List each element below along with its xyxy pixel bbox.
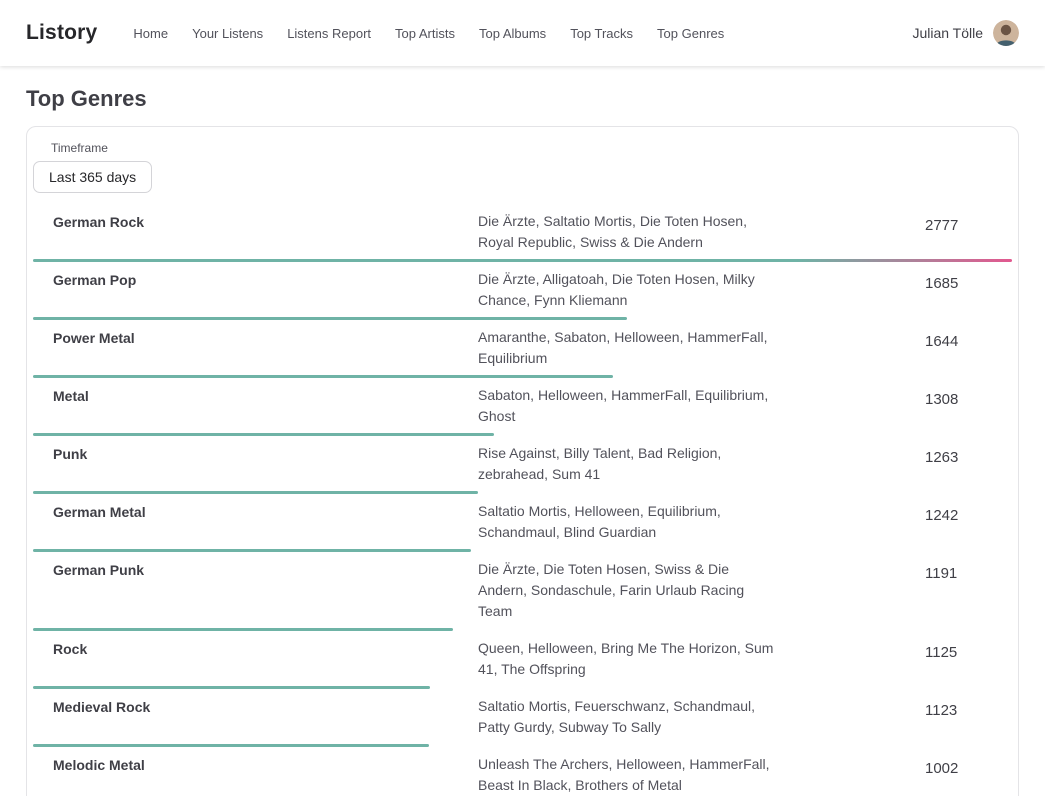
genre-name: Punk	[53, 443, 478, 462]
genre-bar-track	[33, 375, 1012, 378]
genre-name: Melodic Metal	[53, 754, 478, 773]
top-genres-panel: Timeframe Last 365 days German Rock Die …	[26, 126, 1019, 796]
genre-bar	[33, 491, 478, 494]
genre-count: 1644	[925, 327, 998, 350]
genre-bar	[33, 744, 429, 747]
genre-name: Power Metal	[53, 327, 478, 346]
brand-logo[interactable]: Listory	[26, 21, 97, 45]
genre-count: 1191	[925, 559, 998, 582]
timeframe-block: Timeframe Last 365 days	[27, 141, 1018, 205]
genre-row-main: Power Metal Amaranthe, Sabaton, Hellowee…	[27, 321, 1018, 373]
genre-row-main: Metal Sabaton, Helloween, HammerFall, Eq…	[27, 379, 1018, 431]
genre-count: 1685	[925, 269, 998, 292]
genre-row-main: German Metal Saltatio Mortis, Helloween,…	[27, 495, 1018, 547]
user-name[interactable]: Julian Tölle	[912, 25, 983, 41]
top-navbar: Listory Home Your Listens Listens Report…	[0, 0, 1045, 66]
genre-artists: Queen, Helloween, Bring Me The Horizon, …	[478, 638, 778, 680]
page-title: Top Genres	[26, 86, 1019, 112]
user-avatar[interactable]	[993, 20, 1019, 46]
genre-bar-track	[33, 549, 1012, 552]
genre-name: Metal	[53, 385, 478, 404]
genre-name: Medieval Rock	[53, 696, 478, 715]
genre-row: Medieval Rock Saltatio Mortis, Feuerschw…	[27, 690, 1018, 747]
genre-artists: Saltatio Mortis, Helloween, Equilibrium,…	[478, 501, 778, 543]
nav-item-top-albums[interactable]: Top Albums	[479, 26, 546, 41]
nav-item-top-artists[interactable]: Top Artists	[395, 26, 455, 41]
genre-row: German Rock Die Ärzte, Saltatio Mortis, …	[27, 205, 1018, 262]
genre-name: German Metal	[53, 501, 478, 520]
genre-bar	[33, 317, 627, 320]
nav-item-top-tracks[interactable]: Top Tracks	[570, 26, 633, 41]
genre-count: 1242	[925, 501, 998, 524]
genre-row-main: German Punk Die Ärzte, Die Toten Hosen, …	[27, 553, 1018, 626]
genre-row: Power Metal Amaranthe, Sabaton, Hellowee…	[27, 321, 1018, 378]
genre-bar	[33, 433, 494, 436]
nav-item-top-genres[interactable]: Top Genres	[657, 26, 724, 41]
genre-count: 1125	[925, 638, 998, 661]
genre-row-main: Medieval Rock Saltatio Mortis, Feuerschw…	[27, 690, 1018, 742]
genre-row: Rock Queen, Helloween, Bring Me The Hori…	[27, 632, 1018, 689]
genre-count: 1263	[925, 443, 998, 466]
genre-row-main: Punk Rise Against, Billy Talent, Bad Rel…	[27, 437, 1018, 489]
genre-table: German Rock Die Ärzte, Saltatio Mortis, …	[27, 205, 1018, 796]
genre-bar	[33, 549, 471, 552]
genre-name: Rock	[53, 638, 478, 657]
genre-row-main: Rock Queen, Helloween, Bring Me The Hori…	[27, 632, 1018, 684]
genre-count: 1002	[925, 754, 998, 777]
genre-artists: Saltatio Mortis, Feuerschwanz, Schandmau…	[478, 696, 778, 738]
genre-name: German Punk	[53, 559, 478, 578]
nav-item-home[interactable]: Home	[133, 26, 168, 41]
genre-bar	[33, 259, 1012, 262]
genre-artists: Sabaton, Helloween, HammerFall, Equilibr…	[478, 385, 778, 427]
genre-bar	[33, 628, 453, 631]
genre-name: German Pop	[53, 269, 478, 288]
genre-count: 1123	[925, 696, 998, 719]
genre-row: Punk Rise Against, Billy Talent, Bad Rel…	[27, 437, 1018, 494]
genre-bar-track	[33, 317, 1012, 320]
genre-row-main: German Rock Die Ärzte, Saltatio Mortis, …	[27, 205, 1018, 257]
genre-row-main: Melodic Metal Unleash The Archers, Hello…	[27, 748, 1018, 796]
genre-row: German Punk Die Ärzte, Die Toten Hosen, …	[27, 553, 1018, 631]
user-area: Julian Tölle	[912, 20, 1019, 46]
genre-count: 1308	[925, 385, 998, 408]
genre-bar	[33, 686, 430, 689]
genre-bar-track	[33, 628, 1012, 631]
genre-bar-track	[33, 686, 1012, 689]
genre-artists: Amaranthe, Sabaton, Helloween, HammerFal…	[478, 327, 778, 369]
genre-bar-track	[33, 744, 1012, 747]
timeframe-select[interactable]: Last 365 days	[33, 161, 152, 193]
main-nav: Home Your Listens Listens Report Top Art…	[133, 26, 724, 41]
genre-row-main: German Pop Die Ärzte, Alligatoah, Die To…	[27, 263, 1018, 315]
genre-row: Metal Sabaton, Helloween, HammerFall, Eq…	[27, 379, 1018, 436]
timeframe-label: Timeframe	[51, 141, 1012, 155]
genre-bar	[33, 375, 613, 378]
genre-artists: Rise Against, Billy Talent, Bad Religion…	[478, 443, 778, 485]
genre-artists: Unleash The Archers, Helloween, HammerFa…	[478, 754, 778, 796]
genre-artists: Die Ärzte, Die Toten Hosen, Swiss & Die …	[478, 559, 778, 622]
main-content: Top Genres Timeframe Last 365 days Germa…	[0, 86, 1045, 796]
genre-bar-track	[33, 433, 1012, 436]
user-avatar-image	[993, 20, 1019, 46]
genre-name: German Rock	[53, 211, 478, 230]
genre-artists: Die Ärzte, Saltatio Mortis, Die Toten Ho…	[478, 211, 778, 253]
genre-bar-track	[33, 259, 1012, 262]
genre-row: German Metal Saltatio Mortis, Helloween,…	[27, 495, 1018, 552]
genre-count: 2777	[925, 211, 998, 234]
genre-bar-track	[33, 491, 1012, 494]
genre-row: German Pop Die Ärzte, Alligatoah, Die To…	[27, 263, 1018, 320]
genre-artists: Die Ärzte, Alligatoah, Die Toten Hosen, …	[478, 269, 778, 311]
nav-item-your-listens[interactable]: Your Listens	[192, 26, 263, 41]
genre-row: Melodic Metal Unleash The Archers, Hello…	[27, 748, 1018, 796]
nav-item-listens-report[interactable]: Listens Report	[287, 26, 371, 41]
